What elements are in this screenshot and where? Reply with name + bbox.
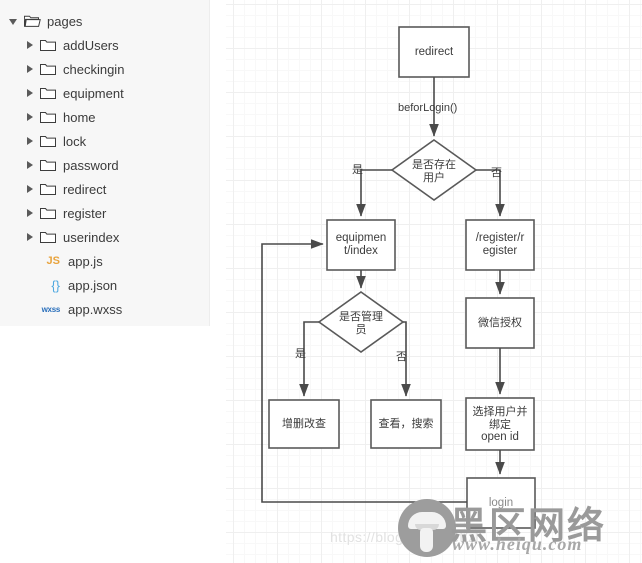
folder-icon: [40, 230, 56, 244]
tree-row-label: app.js: [68, 253, 103, 269]
edge-is-admin-yes: [299, 321, 319, 397]
folder-icon: [40, 206, 56, 220]
tree-folder-checkingin[interactable]: checkingin: [0, 57, 209, 81]
edge-label-before-login: beforLogin(): [398, 102, 458, 114]
edge-label-has-user-yes: 是: [352, 163, 363, 176]
watermark-brand-url: www.heiqu.com: [452, 534, 583, 554]
tree-folder-password[interactable]: password: [0, 153, 209, 177]
chevron-right-icon[interactable]: [24, 206, 38, 220]
node-is-admin-shape: [317, 291, 405, 353]
file-explorer-panel[interactable]: pages addUsers checkingin equipment home lock…: [0, 0, 210, 326]
folder-icon: [40, 134, 56, 148]
tree-file-app-json[interactable]: {} app.json: [0, 273, 209, 297]
edge-has-user-yes: [356, 169, 392, 217]
chevron-right-icon[interactable]: [24, 62, 38, 76]
edge-label-has-user-no: 否: [491, 166, 502, 179]
tree-folder-register[interactable]: register: [0, 201, 209, 225]
mushroom-logo-icon: [398, 499, 456, 557]
tree-folder-addUsers[interactable]: addUsers: [0, 33, 209, 57]
node-view-search-shape: [370, 399, 442, 449]
edge-label-is-admin-no: 否: [396, 350, 407, 363]
tree-row-label: checkingin: [63, 61, 125, 77]
tree-folder-userindex[interactable]: userindex: [0, 225, 209, 249]
edge-login-loop-to-equipment: [261, 239, 467, 503]
chevron-right-icon[interactable]: [24, 158, 38, 172]
chevron-right-icon[interactable]: [24, 38, 38, 52]
tree-row-label: lock: [63, 133, 87, 149]
folder-icon: [40, 182, 56, 196]
tree-row-label: register: [63, 205, 107, 221]
json-file-icon: {}: [51, 277, 60, 293]
tree-file-app-js[interactable]: JS app.js: [0, 249, 209, 273]
folder-icon: [40, 158, 56, 172]
chevron-right-icon[interactable]: [24, 110, 38, 124]
node-wechat-auth-shape: [465, 297, 535, 349]
node-has-user-shape: [390, 139, 478, 201]
tree-row-label: home: [63, 109, 96, 125]
flowchart-canvas[interactable]: redirect 是否存在 用户 equipmen t/index /regist…: [226, 0, 642, 563]
chevron-down-icon[interactable]: [8, 14, 22, 28]
folder-open-icon: [24, 14, 41, 28]
node-redirect-shape: [398, 26, 470, 78]
tree-row-label: redirect: [63, 181, 107, 197]
node-bind-openid-shape: [465, 397, 535, 451]
tree-folder-lock[interactable]: lock: [0, 129, 209, 153]
tree-row-label: userindex: [63, 229, 120, 245]
tree-row-label: pages: [47, 13, 83, 29]
wxss-file-icon: wxss: [41, 304, 61, 314]
node-register-shape: [465, 219, 535, 271]
folder-icon: [40, 62, 56, 76]
tree-folder-redirect[interactable]: redirect: [0, 177, 209, 201]
folder-icon: [40, 38, 56, 52]
tree-row-label: app.json: [68, 277, 118, 293]
tree-folder-home[interactable]: home: [0, 105, 209, 129]
node-equipment-shape: [326, 219, 396, 271]
folder-icon: [40, 86, 56, 100]
chevron-right-icon[interactable]: [24, 134, 38, 148]
heiqu-watermark: 黑区网络 www.heiqu.com: [398, 495, 642, 563]
tree-folder-equipment[interactable]: equipment: [0, 81, 209, 105]
node-crud-shape: [268, 399, 340, 449]
tree-row-label: password: [63, 157, 119, 173]
flowchart-shapes: [261, 26, 536, 529]
tree-row-label: app.wxss: [68, 301, 123, 317]
edge-label-is-admin-yes: 是: [295, 347, 306, 360]
folder-icon: [40, 110, 56, 124]
tree-row-label: equipment: [63, 85, 124, 101]
tree-row-label: addUsers: [63, 37, 119, 53]
js-file-icon: JS: [46, 255, 60, 267]
chevron-right-icon[interactable]: [24, 86, 38, 100]
chevron-right-icon[interactable]: [24, 230, 38, 244]
tree-folder-pages[interactable]: pages: [0, 9, 209, 33]
tree-file-app-wxss[interactable]: wxss app.wxss: [0, 297, 209, 321]
chevron-right-icon[interactable]: [24, 182, 38, 196]
